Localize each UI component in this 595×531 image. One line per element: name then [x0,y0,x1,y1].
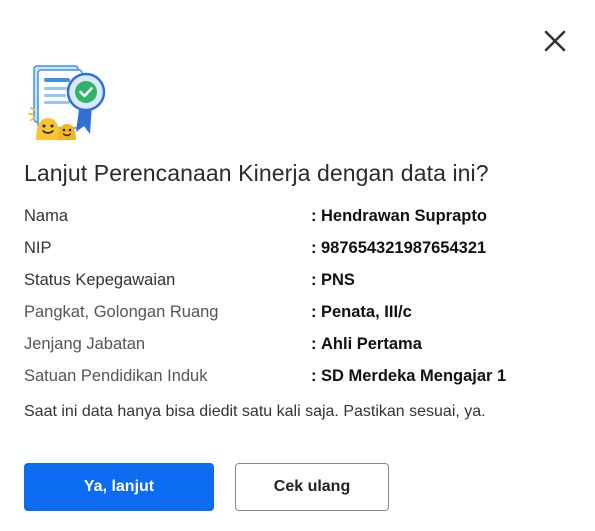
confirmation-dialog: Lanjut Perencanaan Kinerja dengan data i… [0,0,595,531]
info-separator: : [311,239,317,257]
dialog-title: Lanjut Perencanaan Kinerja dengan data i… [24,160,489,186]
info-label: NIP [24,239,52,257]
info-value: Penata, III/c [321,303,412,321]
recheck-button[interactable]: Cek ulang [235,463,389,511]
info-value: Ahli Pertama [321,335,422,353]
info-separator: : [311,303,317,321]
info-separator: : [311,207,317,225]
close-button[interactable] [540,26,570,56]
close-icon [544,30,566,52]
info-separator: : [311,271,317,289]
info-row-jenjang: Jenjang Jabatan : Ahli Pertama [24,328,564,360]
employee-info-list: Nama : Hendrawan Suprapto NIP : 98765432… [24,200,564,392]
info-value: Hendrawan Suprapto [321,207,487,225]
info-row-status: Status Kepegawaian : PNS [24,264,564,296]
info-label: Satuan Pendidikan Induk [24,367,208,385]
info-value: PNS [321,271,355,289]
info-label: Pangkat, Golongan Ruang [24,303,219,321]
info-row-pangkat: Pangkat, Golongan Ruang : Penata, III/c [24,296,564,328]
edit-note: Saat ini data hanya bisa diedit satu kal… [24,403,486,420]
info-label: Status Kepegawaian [24,271,176,289]
info-row-nama: Nama : Hendrawan Suprapto [24,200,564,232]
info-value: 987654321987654321 [321,239,487,257]
info-separator: : [311,335,317,353]
info-separator: : [311,367,317,385]
info-row-satuan: Satuan Pendidikan Induk : SD Merdeka Men… [24,360,564,392]
info-row-nip: NIP : 987654321987654321 [24,232,564,264]
info-label: Jenjang Jabatan [24,335,146,353]
continue-button[interactable]: Ya, lanjut [24,463,214,511]
info-value: SD Merdeka Mengajar 1 [321,367,507,385]
info-label: Nama [24,207,69,225]
document-verified-illustration [28,65,106,140]
